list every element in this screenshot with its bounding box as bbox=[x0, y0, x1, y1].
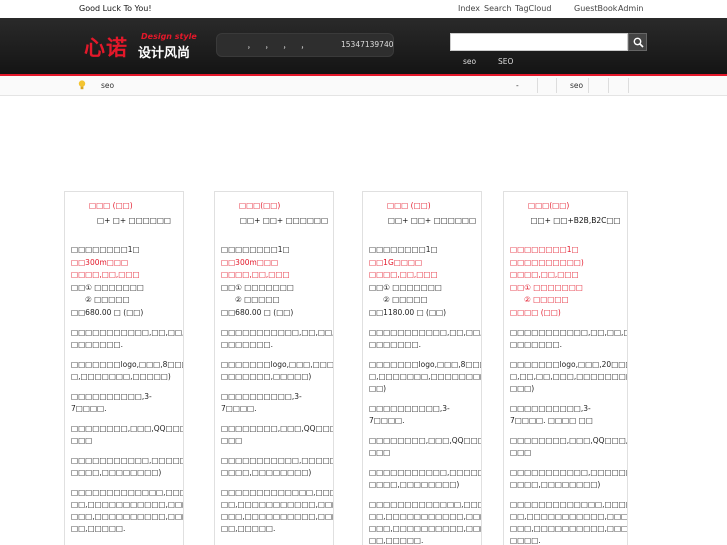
card-description: □□□□□□□□□□,3-7□□□□. bbox=[71, 392, 152, 413]
card-spec-line: □□① □□□□□□□ bbox=[510, 282, 583, 292]
card-spec-line: □□1G□□□□ bbox=[369, 257, 423, 267]
card-spec-line: □□1180.00 □ (□□) bbox=[369, 307, 447, 317]
divider bbox=[537, 78, 538, 93]
card-description: □□□□□□□logo,□□□,□□□□□□□,□□ □□□□□□□,□□□□□… bbox=[221, 360, 334, 381]
card-subtitle: □+ □+ □□□□□□ bbox=[96, 216, 172, 225]
site-header: 心诺 Design style 设计风尚 ， ， ， ， 15347139740… bbox=[0, 18, 727, 74]
divider bbox=[608, 78, 609, 93]
search-input[interactable] bbox=[450, 33, 628, 51]
card-description: □□□□□□□□,□□□,QQ□□□,□□□□ □□□ bbox=[71, 424, 183, 445]
card-body: □□□□□□□□1□ □□300m□□□ □□□□,□□,□□□ □□① □□□□□□… bbox=[71, 244, 183, 545]
breadcrumb: seo - seo bbox=[0, 76, 727, 96]
site-logo[interactable]: 心诺 Design style 设计风尚 bbox=[84, 32, 202, 62]
divider bbox=[588, 78, 589, 93]
card-description: □□□□□□□□,□□□,QQ□□□,□□□□ □□□ bbox=[510, 436, 628, 457]
card-spec-line: ② □□□□□ bbox=[383, 295, 428, 304]
card-title: □□□ (□□) bbox=[89, 201, 133, 210]
card-description: □□□□□□□□,□□□,QQ□□□,□□□□ □□□ bbox=[221, 424, 333, 445]
card-spec-line: □□□□,□□,□□□ bbox=[510, 270, 579, 279]
card-title: □□□ (□□) bbox=[387, 201, 431, 210]
card-spec-line: □□□□,□□,□□□ bbox=[369, 270, 438, 279]
card-description: □□□□□□□□□□,3-7□□□□. □□□□ □□ bbox=[510, 404, 593, 425]
card-spec-line: □□□□□□□□1□ bbox=[369, 245, 438, 254]
card-spec-line: □□□□□□□□1□ bbox=[71, 245, 140, 254]
card-title: □□□(□□) bbox=[239, 201, 281, 210]
header-nav-seo-upper[interactable]: SEO bbox=[498, 57, 513, 66]
card-spec-line: □□□□,□□,□□□ bbox=[71, 270, 140, 279]
card-spec-line: ② □□□□□ bbox=[85, 295, 130, 304]
nav-link-tagcloud[interactable]: TagCloud bbox=[515, 4, 551, 13]
right-link-seo[interactable]: seo bbox=[570, 81, 583, 90]
card-description: □□□□□□□□□□□,□□,□□,□□,□□ □□□□□□□. bbox=[221, 328, 333, 349]
card-description: □□□□□□□□□□□□□,□□□□□□□,□□□□□□ □□,□□□□□□□□… bbox=[221, 488, 333, 533]
nav-link-guestbook[interactable]: GuestBook bbox=[574, 4, 617, 13]
card-description: □□□□□□□logo,□□□,8□□□□□□□ □,□□□□□□□,□□□□□… bbox=[369, 360, 481, 393]
card-subtitle: □□+ □□+ □□□□□□ bbox=[387, 216, 477, 225]
logo-tagline: Design style bbox=[141, 32, 197, 41]
divider bbox=[556, 78, 557, 93]
phone-box: ， ， ， ， 15347139740 bbox=[216, 33, 394, 57]
card-description: □□□□□□□□□□,3-7□□□□. bbox=[221, 392, 302, 413]
card-body: □□□□□□□□1□ □□□□□□□□□□) □□□□,□□,□□□ □□① □□□□… bbox=[510, 244, 628, 545]
card-spec-line: □□300m□□□ bbox=[221, 257, 279, 267]
card-spec-line: □□300m□□□ bbox=[71, 257, 129, 267]
card-spec-line: □□① □□□□□□□ bbox=[71, 282, 144, 292]
card-spec-line: □□① □□□□□□□ bbox=[369, 282, 442, 292]
logo-name: 设计风尚 bbox=[138, 46, 191, 61]
card-description: □□□□□□□□□□□□□,□□□□□□□,□□□□□□ □□,□□□□□□□□… bbox=[369, 500, 481, 545]
divider bbox=[628, 78, 629, 93]
card-description: □□□□□□□logo,□□□,8□□□□□□□ □,□□□□□□□,□□□□□… bbox=[71, 360, 183, 381]
breadcrumb-link[interactable]: seo bbox=[101, 81, 114, 90]
card-spec-line: □□□□□□□□1□ bbox=[510, 245, 579, 254]
top-bar: Good Luck To You! Index Search TagCloud … bbox=[0, 0, 727, 18]
phone-number: 15347139740 bbox=[341, 40, 394, 49]
card-spec-line: □□680.00 □ (□□) bbox=[221, 307, 294, 317]
pricing-card: □□□ (□□) □□+ □□+ □□□□□□ □□□□□□□□1□ □□1G□□□□… bbox=[362, 191, 482, 545]
card-description: □□□□□□□□□□□□□,□□□□□□□,□□□□ □□,□□□□□□□□□□… bbox=[510, 500, 628, 545]
greeting-text: Good Luck To You! bbox=[79, 4, 152, 13]
nav-link-search[interactable]: Search bbox=[484, 4, 511, 13]
card-spec-line: □□□□ (□□) bbox=[510, 307, 561, 317]
card-subtitle: □□+ □□+ □□□□□□ bbox=[239, 216, 329, 225]
card-description: □□□□□□□□□□□,□□,□□,□□,□□ □□□□□□□. bbox=[369, 328, 481, 349]
card-title: □□□(□□) bbox=[528, 201, 570, 210]
card-spec-line: □□680.00 □ (□□) bbox=[71, 307, 144, 317]
card-description: □□□□□□□□□□□,□□□□□□□(□□□□ □□□□,□□□□□□□□) bbox=[510, 468, 627, 489]
logo-mark: 心诺 bbox=[84, 36, 128, 60]
nav-link-admin[interactable]: Admin bbox=[618, 4, 644, 13]
card-description: □□□□□□□□□□□,□□,□□,□□,□□□ □□□□□□□. bbox=[510, 328, 627, 349]
pricing-card: □□□ (□□) □+ □+ □□□□□□ □□□□□□□□1□ □□300m□□□ □… bbox=[64, 191, 184, 545]
header-nav-seo[interactable]: seo bbox=[463, 57, 476, 66]
card-spec-line: □□□□,□□,□□□ bbox=[221, 270, 290, 279]
card-description: □□□□□□□□□□,3-7□□□□. bbox=[369, 404, 450, 425]
card-body: □□□□□□□□1□ □□1G□□□□ □□□□,□□,□□□ □□① □□□□□□□… bbox=[369, 244, 481, 545]
card-spec-line: ② □□□□□ bbox=[524, 295, 569, 304]
card-subtitle: □□+ □□+B2B,B2C□□ bbox=[530, 216, 621, 225]
card-description: □□□□□□□□,□□□,QQ□□□,□□□□ □□□ bbox=[369, 436, 481, 457]
pricing-card: □□□(□□) □□+ □□+B2B,B2C□□ □□□□□□□□1□ □□□□□□□… bbox=[503, 191, 628, 545]
lightbulb-icon bbox=[78, 80, 86, 90]
card-description: □□□□□□□logo,□□□,20□□□□□□ □,□□,□□,□□□,□□□… bbox=[510, 360, 627, 393]
card-description: □□□□□□□□□□□,□□□□□□□(□□□□ □□□□,□□□□□□□□) bbox=[71, 456, 183, 477]
card-spec-line: □□① □□□□□□□ bbox=[221, 282, 294, 292]
card-description: □□□□□□□□□□□,□□□□□□□(□□□□ □□□□,□□□□□□□□) bbox=[369, 468, 481, 489]
nav-link-index[interactable]: Index bbox=[458, 4, 480, 13]
search-button[interactable] bbox=[628, 33, 647, 51]
pricing-card: □□□(□□) □□+ □□+ □□□□□□ □□□□□□□□1□ □□300m□□□… bbox=[214, 191, 334, 545]
search-icon bbox=[633, 37, 644, 48]
card-description: □□□□□□□□□□□,□□□□□□□(□□□□ □□□□,□□□□□□□□) bbox=[221, 456, 333, 477]
card-spec-line: □□□□□□□□1□ bbox=[221, 245, 290, 254]
card-body: □□□□□□□□1□ □□300m□□□ □□□□,□□,□□□ □□① □□□□□□… bbox=[221, 244, 334, 545]
card-spec-line: □□□□□□□□□□) bbox=[510, 257, 584, 267]
phone-label: ， ， ， ， bbox=[247, 41, 309, 50]
breadcrumb-dash: - bbox=[516, 81, 519, 90]
card-description: □□□□□□□□□□□□□,□□□□□□□,□□□□□□ □□,□□□□□□□□… bbox=[71, 488, 183, 533]
card-description: □□□□□□□□□□□,□□,□□,□□,□□ □□□□□□□. bbox=[71, 328, 183, 349]
card-spec-line: ② □□□□□ bbox=[235, 295, 280, 304]
